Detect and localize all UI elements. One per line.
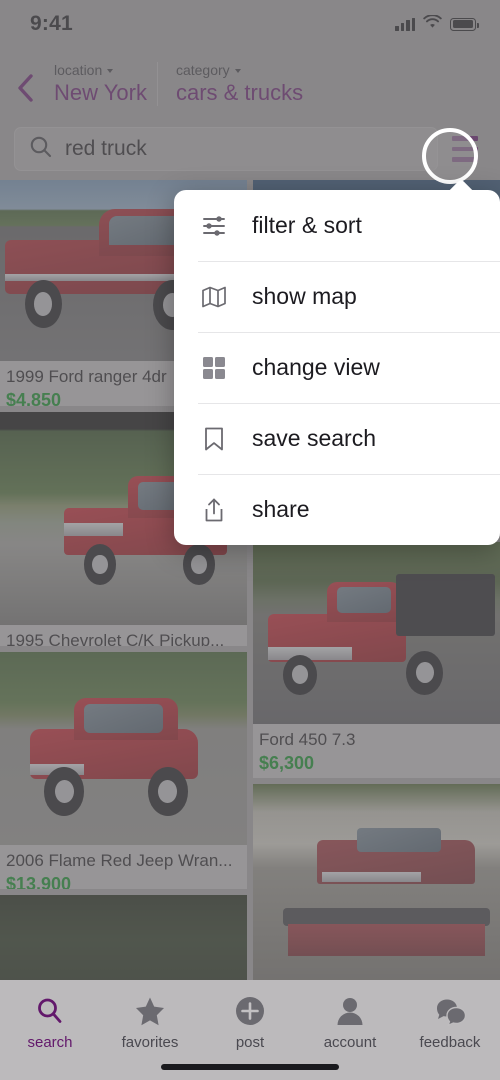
chevron-down-icon — [234, 68, 241, 73]
search-icon — [35, 994, 65, 1028]
search-icon — [29, 135, 53, 164]
tab-label: favorites — [121, 1034, 179, 1051]
location-selector[interactable]: location New York — [50, 62, 147, 106]
tab-label: feedback — [419, 1034, 481, 1051]
tab-favorites[interactable]: favorites — [100, 994, 200, 1051]
listing-title: Ford 450 7.3 — [259, 729, 356, 749]
menu-item-filter-sort[interactable]: filter & sort — [174, 190, 500, 261]
search-input[interactable]: red truck — [14, 127, 438, 171]
menu-item-show-map[interactable]: show map — [174, 261, 500, 332]
listing-photo[interactable] — [253, 541, 500, 724]
battery-icon — [450, 17, 479, 31]
location-kicker: location — [54, 62, 147, 79]
bookmark-icon — [198, 423, 230, 455]
back-button[interactable] — [0, 65, 50, 103]
grid-view-icon — [198, 352, 230, 384]
map-icon — [198, 281, 230, 313]
sliders-icon — [198, 210, 230, 242]
status-icons — [395, 13, 479, 34]
app-header: location New York category cars & trucks — [0, 48, 500, 120]
menu-item-label: change view — [252, 354, 380, 380]
menu-item-save-search[interactable]: save search — [174, 403, 500, 474]
menu-item-label: share — [252, 496, 310, 522]
person-icon — [335, 994, 365, 1028]
menu-item-change-view[interactable]: change view — [174, 332, 500, 403]
listing-photo[interactable] — [253, 783, 500, 980]
tab-label: search — [27, 1034, 73, 1051]
tap-highlight-ring — [422, 128, 478, 184]
listing-photo[interactable] — [0, 651, 247, 845]
tab-feedback[interactable]: feedback — [400, 994, 500, 1051]
chevron-down-icon — [107, 68, 114, 73]
star-icon — [134, 994, 166, 1028]
tab-account[interactable]: account — [300, 994, 400, 1051]
status-time: 9:41 — [30, 12, 73, 35]
chat-bubbles-icon — [434, 994, 466, 1028]
tab-search[interactable]: search — [0, 994, 100, 1051]
category-kicker: category — [176, 62, 303, 79]
listing-card[interactable]: Ford 450 7.3 $6,300 — [253, 541, 500, 778]
listing-card[interactable]: 2006 Flame Red Jeep Wran... $13,900 — [0, 651, 247, 889]
menu-item-share[interactable]: share — [174, 474, 500, 545]
listing-title: 1995 Chevrolet C/K Pickup... — [6, 631, 225, 646]
listing-photo[interactable] — [0, 894, 247, 980]
tab-label: account — [323, 1034, 377, 1051]
menu-item-label: save search — [252, 425, 377, 451]
overflow-menu[interactable]: filter & sort show map change view save … — [174, 190, 500, 545]
listing-price: $6,300 — [259, 752, 315, 773]
menu-item-label: show map — [252, 283, 357, 309]
plus-circle-icon — [235, 994, 265, 1028]
tab-label: post — [235, 1034, 265, 1051]
listing-price: $13,900 — [6, 873, 72, 889]
home-indicator[interactable] — [161, 1064, 339, 1070]
search-value: red truck — [65, 137, 147, 160]
listing-card[interactable] — [0, 894, 247, 980]
wifi-icon — [423, 13, 442, 34]
back-chevron-icon — [15, 73, 35, 103]
category-value: cars & trucks — [175, 80, 304, 105]
menu-item-label: filter & sort — [252, 212, 362, 238]
listing-title: 2006 Flame Red Jeep Wran... — [6, 850, 233, 870]
status-bar: 9:41 — [0, 0, 500, 48]
listing-card[interactable] — [253, 783, 500, 980]
share-icon — [198, 494, 230, 526]
tab-post[interactable]: post — [200, 994, 300, 1051]
location-value: New York — [54, 80, 147, 105]
category-selector[interactable]: category cars & trucks — [156, 62, 304, 106]
cellular-signal-icon — [395, 17, 415, 31]
